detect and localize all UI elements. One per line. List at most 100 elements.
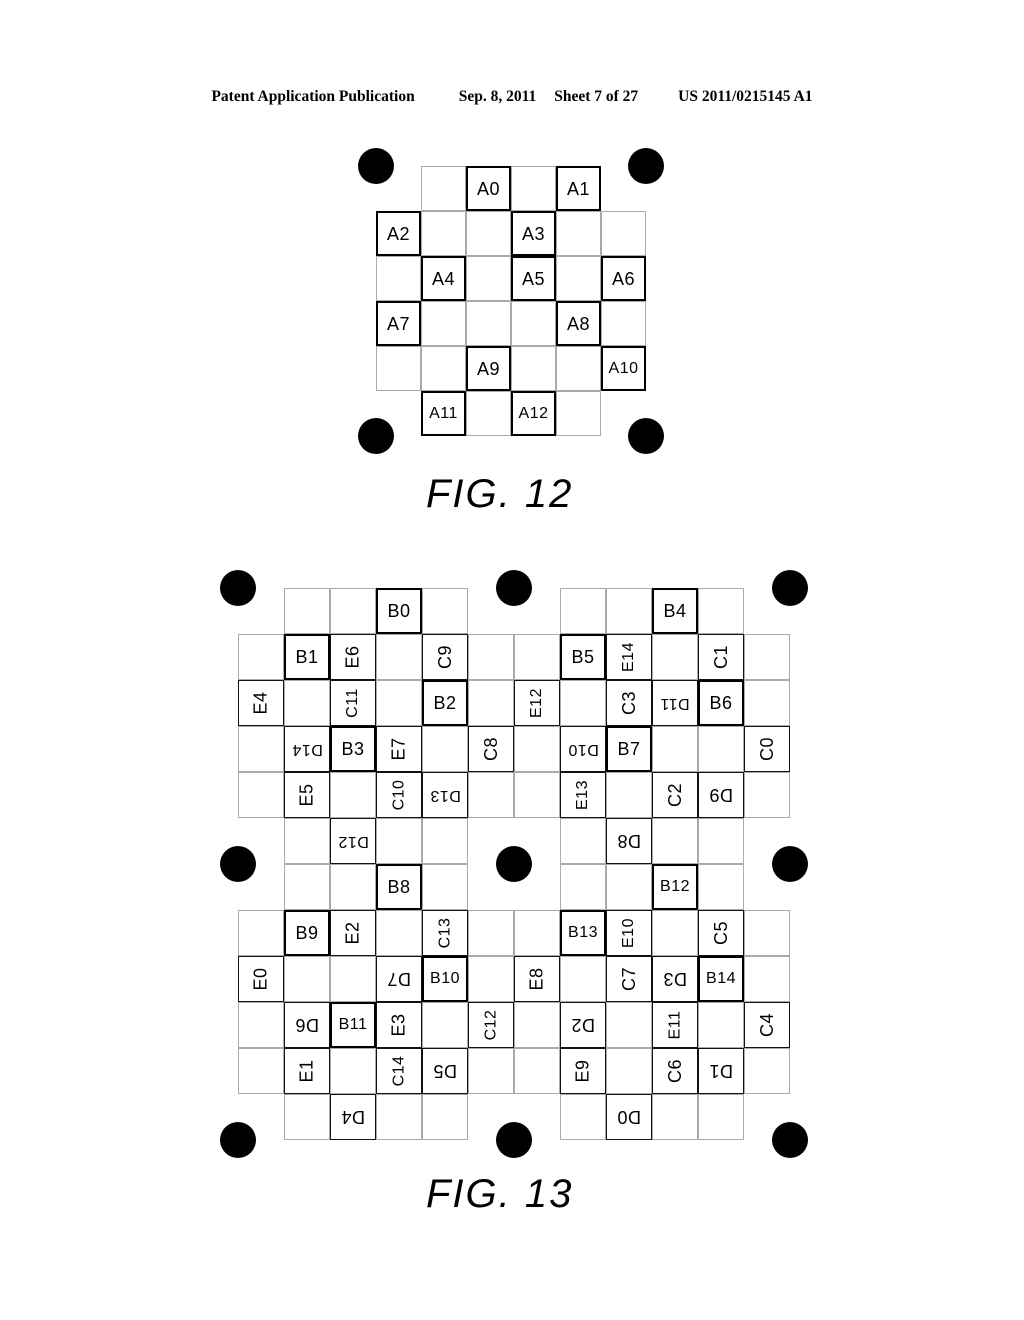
grid-cell-empty xyxy=(468,1048,514,1094)
grid-cell-empty xyxy=(468,956,514,1002)
grid-cell-a7: A7 xyxy=(376,301,421,346)
grid-cell-label: A3 xyxy=(521,223,546,244)
registration-dot xyxy=(771,1121,809,1159)
grid-cell-b9: B9 xyxy=(284,910,330,956)
grid-cell-e9: E9 xyxy=(560,1048,606,1094)
grid-cell-b11: B11 xyxy=(330,1002,376,1048)
grid-cell-label: E8 xyxy=(527,967,547,991)
grid-cell-label: C13 xyxy=(435,917,453,949)
grid-cell-empty xyxy=(284,588,330,634)
grid-cell-empty xyxy=(238,772,284,818)
grid-cell-b7: B7 xyxy=(606,726,652,772)
grid-cell-empty xyxy=(511,301,556,346)
grid-cell-label: C5 xyxy=(710,920,731,946)
grid-cell-empty xyxy=(652,634,698,680)
grid-cell-empty xyxy=(238,726,284,772)
grid-cell-empty xyxy=(376,818,422,864)
grid-cell-a2: A2 xyxy=(376,211,421,256)
grid-cell-empty xyxy=(284,680,330,726)
grid-cell-label: B6 xyxy=(709,693,733,713)
grid-cell-empty xyxy=(376,1094,422,1140)
grid-cell-d14: D14 xyxy=(284,726,330,772)
grid-cell-label: E12 xyxy=(528,688,545,718)
header-date: Sep. 8, 2011 xyxy=(458,88,537,105)
grid-cell-d5: D5 xyxy=(422,1048,468,1094)
grid-cell-label: C8 xyxy=(480,736,501,762)
grid-cell-empty xyxy=(744,772,790,818)
grid-cell-a3: A3 xyxy=(511,211,556,256)
grid-cell-empty xyxy=(422,818,468,864)
grid-cell-label: D10 xyxy=(567,741,599,758)
grid-cell-label: E4 xyxy=(251,691,271,715)
grid-cell-label: B11 xyxy=(338,1016,368,1033)
grid-cell-empty xyxy=(556,211,601,256)
grid-cell-label: A2 xyxy=(386,223,411,244)
grid-cell-label: E14 xyxy=(620,642,637,672)
grid-cell-label: D14 xyxy=(291,741,323,758)
grid-cell-empty xyxy=(514,910,560,956)
grid-cell-label: B13 xyxy=(568,924,598,941)
figure-13-caption: FIG. 13 xyxy=(426,1172,574,1216)
grid-cell-empty xyxy=(652,726,698,772)
grid-cell-label: B8 xyxy=(387,877,411,897)
registration-dot xyxy=(358,148,394,184)
grid-cell-empty xyxy=(606,588,652,634)
grid-cell-empty xyxy=(698,864,744,910)
grid-cell-label: C0 xyxy=(756,736,777,762)
grid-cell-empty xyxy=(330,1048,376,1094)
grid-cell-empty xyxy=(466,391,511,436)
grid-cell-empty xyxy=(744,1048,790,1094)
grid-cell-empty xyxy=(466,301,511,346)
grid-cell-empty xyxy=(422,1002,468,1048)
grid-cell-d9: D9 xyxy=(698,772,744,818)
grid-cell-empty xyxy=(556,391,601,436)
grid-cell-label: D5 xyxy=(432,1061,457,1081)
grid-cell-a1: A1 xyxy=(556,166,601,211)
grid-cell-label: B10 xyxy=(430,970,460,987)
page-header: Patent Application Publication Sep. 8, 2… xyxy=(0,88,1024,106)
grid-cell-e5: E5 xyxy=(284,772,330,818)
grid-cell-empty xyxy=(330,588,376,634)
grid-cell-d11: D11 xyxy=(652,680,698,726)
grid-cell-empty xyxy=(422,588,468,634)
grid-cell-d13: D13 xyxy=(422,772,468,818)
registration-dot xyxy=(219,569,257,607)
patent-drawing-page: Patent Application Publication Sep. 8, 2… xyxy=(0,0,1024,1320)
grid-cell-label: E0 xyxy=(251,967,271,991)
grid-cell-e3: E3 xyxy=(376,1002,422,1048)
grid-cell-b8: B8 xyxy=(376,864,422,910)
grid-cell-label: B0 xyxy=(387,601,411,621)
grid-cell-label: B9 xyxy=(295,923,319,943)
registration-dot xyxy=(495,1121,533,1159)
grid-cell-b5: B5 xyxy=(560,634,606,680)
grid-cell-d10: D10 xyxy=(560,726,606,772)
grid-cell-label: E5 xyxy=(297,783,317,807)
grid-cell-d0: D0 xyxy=(606,1094,652,1140)
grid-cell-label: D3 xyxy=(662,969,687,989)
grid-cell-empty xyxy=(560,588,606,634)
header-sheet: Sheet 7 of 27 xyxy=(554,88,639,105)
grid-cell-empty xyxy=(330,772,376,818)
grid-cell-b13: B13 xyxy=(560,910,606,956)
grid-cell-label: A5 xyxy=(521,268,546,289)
grid-cell-empty xyxy=(606,1048,652,1094)
grid-cell-empty xyxy=(376,634,422,680)
grid-cell-c4: C4 xyxy=(744,1002,790,1048)
grid-cell-empty xyxy=(560,680,606,726)
grid-cell-a0: A0 xyxy=(466,166,511,211)
grid-cell-empty xyxy=(376,256,421,301)
grid-cell-label: E1 xyxy=(297,1059,317,1083)
grid-cell-label: D6 xyxy=(294,1015,319,1035)
grid-cell-label: A0 xyxy=(476,178,501,199)
grid-cell-e11: E11 xyxy=(652,1002,698,1048)
grid-cell-a11: A11 xyxy=(421,391,466,436)
grid-cell-empty xyxy=(744,910,790,956)
grid-cell-label: D1 xyxy=(708,1061,733,1081)
grid-cell-b3: B3 xyxy=(330,726,376,772)
grid-cell-label: E2 xyxy=(343,921,363,945)
grid-cell-label: A1 xyxy=(566,178,591,199)
grid-cell-empty xyxy=(422,1094,468,1140)
figure-12-grid: A0 A1 A2 A3 A4 A5 A6 A7 A8 A9 A10 A11 A12 xyxy=(358,148,664,454)
grid-cell-label: C7 xyxy=(618,966,639,992)
grid-cell-label: E7 xyxy=(389,737,409,761)
